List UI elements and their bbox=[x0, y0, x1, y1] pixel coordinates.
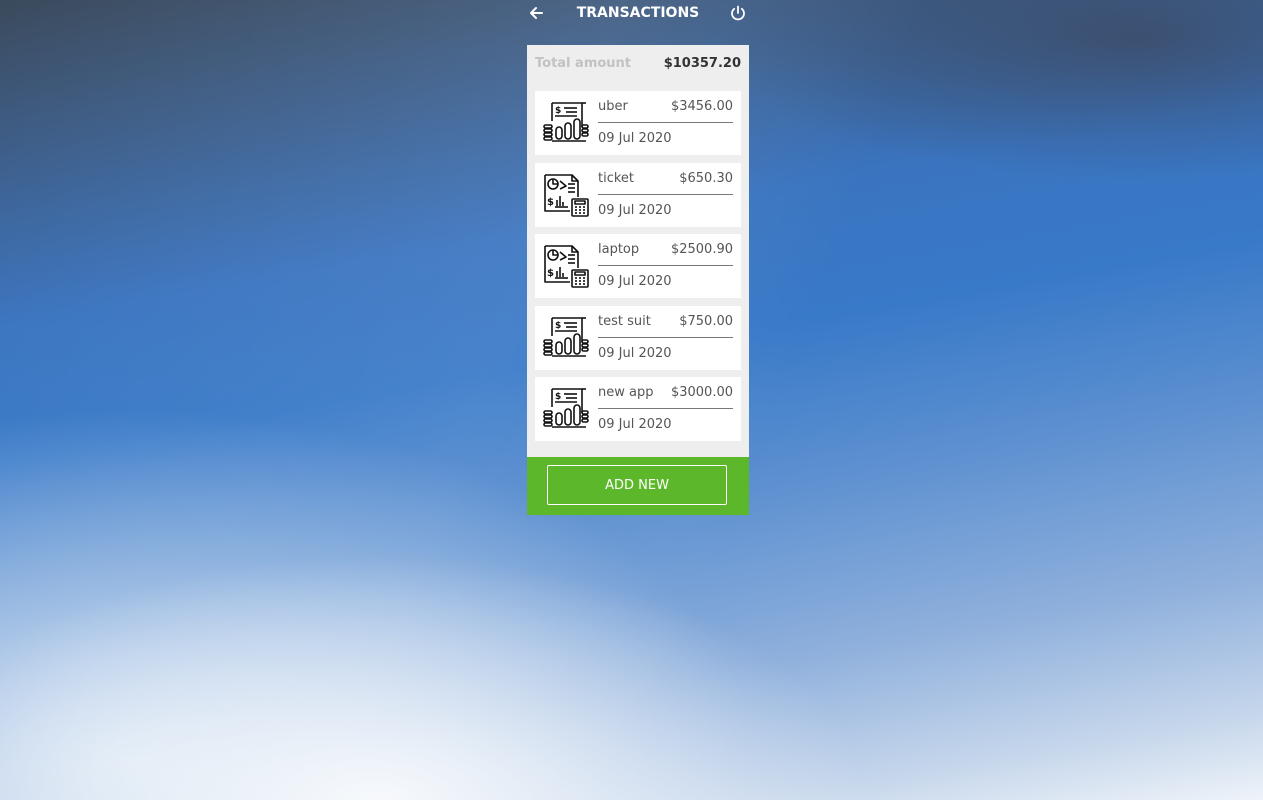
svg-text:$: $ bbox=[555, 106, 561, 116]
add-new-button[interactable]: ADD NEW bbox=[547, 465, 727, 505]
transaction-name: laptop bbox=[598, 242, 640, 257]
divider bbox=[598, 122, 733, 123]
transaction-date: 09 Jul 2020 bbox=[598, 131, 672, 146]
transaction-amount: $3456.00 bbox=[670, 99, 733, 114]
transaction-item[interactable]: $ test suit $750.00 09 Jul 2020 bbox=[535, 305, 741, 370]
divider bbox=[598, 408, 733, 409]
svg-text:$: $ bbox=[547, 268, 554, 279]
divider bbox=[598, 336, 733, 338]
transaction-name: uber bbox=[598, 99, 628, 114]
report-calculator-icon: $ bbox=[544, 173, 589, 217]
page-title: TRANSACTIONS bbox=[576, 5, 700, 21]
svg-text:$: $ bbox=[555, 392, 561, 402]
total-value: $10357.20 bbox=[663, 56, 741, 71]
total-row: Total amount $10357.20 bbox=[527, 45, 749, 83]
transaction-item[interactable]: $ uber $3456.00 09 Jul 2020 bbox=[535, 91, 741, 155]
power-icon bbox=[731, 5, 745, 21]
transaction-amount: $750.00 bbox=[679, 313, 733, 329]
svg-text:$: $ bbox=[547, 197, 554, 208]
transactions-panel: Total amount $10357.20 $ uber $3456.00 0… bbox=[527, 45, 749, 515]
divider bbox=[598, 265, 733, 266]
transaction-name: ticket bbox=[598, 170, 635, 186]
divider bbox=[598, 193, 733, 195]
invoice-chart-icon: $ bbox=[543, 316, 589, 357]
transaction-name: test suit bbox=[598, 313, 651, 329]
transaction-name: new app bbox=[598, 385, 654, 400]
svg-text:$: $ bbox=[555, 321, 561, 331]
transaction-amount: $2500.90 bbox=[670, 242, 733, 257]
logout-button[interactable] bbox=[729, 4, 747, 22]
transaction-item[interactable]: $ new app $3000.00 09 Jul 2020 bbox=[535, 377, 741, 441]
transaction-item[interactable]: $ laptop $2500.90 09 Jul 2020 bbox=[535, 234, 741, 298]
transaction-date: 09 Jul 2020 bbox=[598, 274, 672, 289]
transaction-list: $ uber $3456.00 09 Jul 2020 $ ticket $65… bbox=[535, 91, 741, 449]
transaction-date: 09 Jul 2020 bbox=[598, 345, 672, 361]
total-label: Total amount bbox=[535, 56, 632, 71]
invoice-chart-icon: $ bbox=[543, 102, 589, 142]
footer-bar: ADD NEW bbox=[527, 457, 749, 515]
transaction-date: 09 Jul 2020 bbox=[598, 202, 672, 218]
invoice-chart-icon: $ bbox=[543, 388, 589, 428]
transaction-amount: $3000.00 bbox=[670, 385, 733, 400]
transaction-amount: $650.30 bbox=[679, 170, 733, 186]
app-header: TRANSACTIONS bbox=[527, 0, 749, 28]
transaction-date: 09 Jul 2020 bbox=[598, 417, 672, 432]
report-calculator-icon: $ bbox=[544, 245, 589, 288]
transaction-item[interactable]: $ ticket $650.30 09 Jul 2020 bbox=[535, 162, 741, 227]
